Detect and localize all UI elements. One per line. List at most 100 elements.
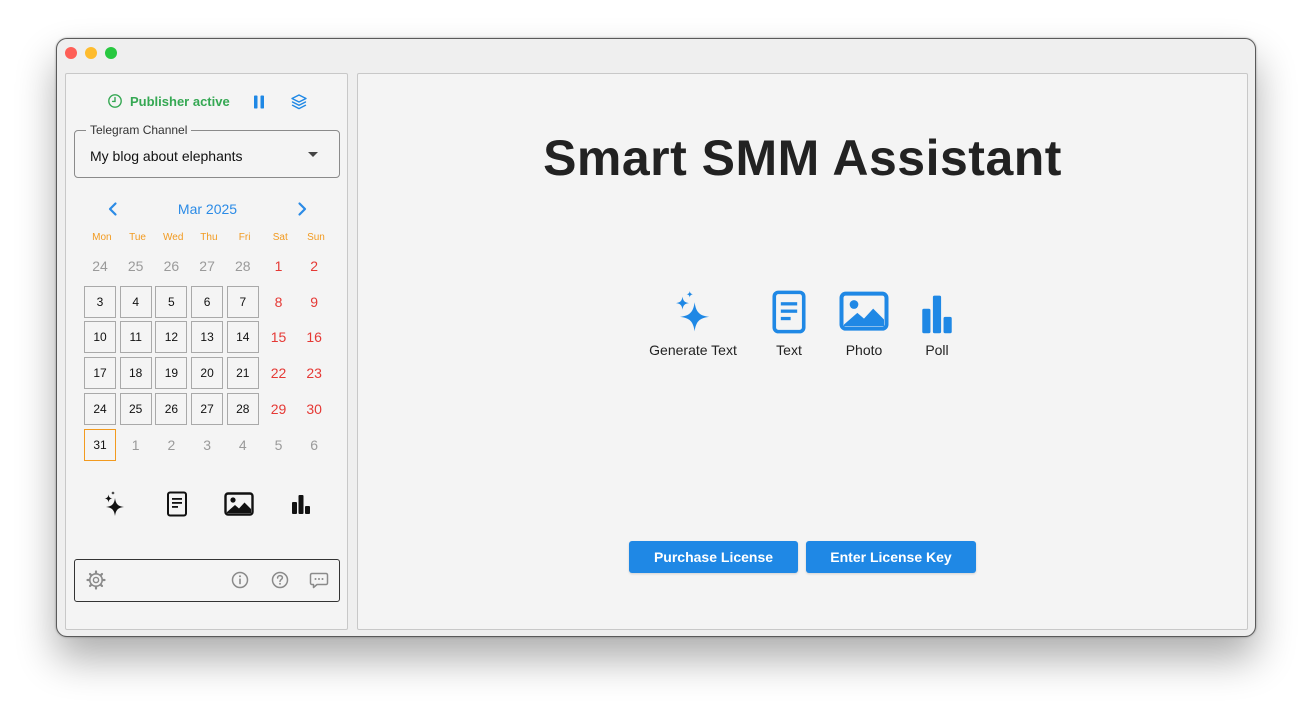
calendar-day[interactable]: 2: [155, 429, 187, 461]
calendar-day[interactable]: 2: [298, 250, 330, 282]
calendar-day[interactable]: 5: [155, 285, 188, 318]
purchase-license-button[interactable]: Purchase License: [629, 541, 798, 573]
minimize-window-button[interactable]: [85, 47, 97, 59]
calendar-day[interactable]: 29: [263, 393, 295, 425]
layers-icon: [291, 94, 307, 110]
calendar-day[interactable]: 8: [263, 286, 295, 318]
caret-down-icon: [308, 152, 318, 157]
calendar-day[interactable]: 24: [84, 250, 116, 282]
image-icon: [839, 291, 889, 331]
calendar-day[interactable]: 28: [227, 250, 259, 282]
calendar-day[interactable]: 6: [298, 429, 330, 461]
app-window: Publisher active Telegram Channel My blo…: [56, 38, 1256, 637]
post-type-options: Generate Text Text Photo Poll: [358, 288, 1247, 368]
calendar-day[interactable]: 6: [191, 285, 224, 318]
weekday-label: Mon: [92, 232, 112, 243]
poll-icon: [922, 295, 952, 334]
sparkles-icon: [676, 291, 710, 332]
quick-post-icons: [66, 490, 349, 520]
calendar-day[interactable]: 13: [191, 321, 224, 354]
calendar-weekdays: Mon Tue Wed Thu Fri Sat Sun: [84, 232, 334, 243]
settings-icon[interactable]: [86, 570, 106, 590]
calendar-day[interactable]: 4: [227, 429, 259, 461]
photo-label: Photo: [845, 342, 883, 358]
poll-label: Poll: [925, 342, 949, 358]
text-label: Text: [776, 342, 802, 358]
enter-license-key-button[interactable]: Enter License Key: [806, 541, 976, 573]
calendar-day[interactable]: 22: [263, 357, 295, 389]
calendar-day[interactable]: 18: [119, 357, 152, 390]
calendar-day[interactable]: 9: [298, 286, 330, 318]
weekday-label: Sat: [272, 232, 288, 243]
layers-button[interactable]: [289, 92, 309, 112]
weekday-label: Wed: [163, 232, 184, 243]
calendar-day[interactable]: 4: [119, 285, 152, 318]
calendar-day[interactable]: 30: [298, 393, 330, 425]
calendar-day[interactable]: 11: [119, 321, 152, 354]
calendar-day[interactable]: 26: [155, 392, 188, 425]
calendar-day[interactable]: 23: [298, 357, 330, 389]
document-icon: [772, 290, 806, 334]
sidebar: Publisher active Telegram Channel My blo…: [65, 73, 348, 630]
calendar-day[interactable]: 25: [120, 250, 152, 282]
zoom-window-button[interactable]: [105, 47, 117, 59]
info-icon[interactable]: [230, 570, 250, 590]
calendar-day[interactable]: 15: [263, 321, 295, 353]
calendar-day[interactable]: 14: [226, 321, 259, 354]
calendar-day[interactable]: 16: [298, 321, 330, 353]
clock-icon: [108, 94, 122, 108]
main-panel: Smart SMM Assistant Generate Text Text P…: [357, 73, 1248, 630]
quick-poll-button[interactable]: [287, 490, 315, 518]
quick-text-button[interactable]: [163, 490, 191, 518]
pause-icon: [254, 95, 264, 109]
help-icon[interactable]: [270, 570, 290, 590]
quick-photo-button[interactable]: [224, 490, 254, 518]
calendar-day[interactable]: 28: [226, 392, 259, 425]
calendar-day[interactable]: 17: [84, 357, 116, 390]
calendar-day[interactable]: 21: [226, 357, 259, 390]
publisher-status: Publisher active: [107, 93, 230, 109]
calendar-day-today[interactable]: 31: [84, 428, 116, 461]
calendar-day[interactable]: 10: [84, 321, 116, 354]
generate-text-label: Generate Text: [649, 342, 737, 358]
document-icon: [167, 491, 187, 517]
channel-select[interactable]: Telegram Channel My blog about elephants: [74, 123, 340, 178]
pause-button[interactable]: [249, 92, 269, 112]
calendar-day[interactable]: 1: [120, 429, 152, 461]
calendar-day[interactable]: 19: [155, 357, 188, 390]
quick-generate-text-button[interactable]: [101, 490, 129, 518]
channel-select-label: Telegram Channel: [86, 123, 192, 137]
sparkles-icon: [104, 491, 124, 516]
calendar-header: Mar 2025: [66, 198, 349, 220]
generate-text-option[interactable]: Generate Text: [643, 288, 743, 358]
weekday-label: Tue: [129, 232, 146, 243]
calendar-day[interactable]: 1: [263, 250, 295, 282]
text-option[interactable]: Text: [764, 288, 814, 358]
sidebar-footer: [74, 559, 340, 602]
weekday-label: Sun: [307, 232, 325, 243]
feedback-icon[interactable]: [309, 570, 329, 590]
poll-option[interactable]: Poll: [917, 288, 957, 358]
image-icon: [224, 492, 254, 516]
next-month-button[interactable]: [293, 200, 311, 218]
weekday-label: Thu: [200, 232, 218, 243]
calendar-day[interactable]: 24: [84, 392, 116, 425]
calendar-day[interactable]: 27: [191, 392, 224, 425]
calendar-day[interactable]: 12: [155, 321, 188, 354]
calendar-day[interactable]: 25: [119, 392, 152, 425]
window-controls: [65, 47, 117, 59]
calendar-day[interactable]: 20: [191, 357, 224, 390]
channel-select-value: My blog about elephants: [90, 148, 243, 164]
weekday-label: Fri: [238, 232, 251, 243]
photo-option[interactable]: Photo: [834, 288, 894, 358]
calendar-day[interactable]: 26: [155, 250, 187, 282]
calendar-day[interactable]: 27: [191, 250, 223, 282]
calendar-day[interactable]: 3: [84, 285, 116, 318]
publisher-status-text: Publisher active: [130, 93, 230, 109]
app-title: Smart SMM Assistant: [543, 130, 1062, 186]
calendar-day[interactable]: 3: [191, 429, 223, 461]
calendar-day[interactable]: 7: [226, 285, 259, 318]
calendar-day[interactable]: 5: [263, 429, 295, 461]
close-window-button[interactable]: [65, 47, 77, 59]
poll-icon: [292, 495, 310, 514]
